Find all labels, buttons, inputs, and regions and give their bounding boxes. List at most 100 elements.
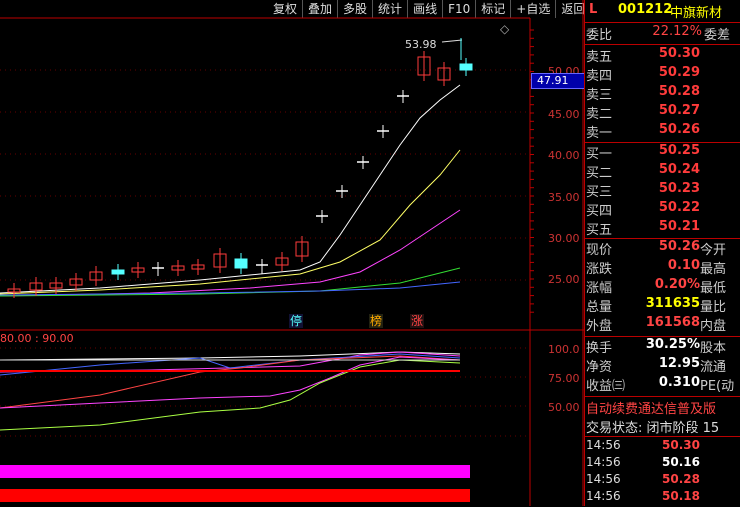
ma10-line <box>0 149 461 295</box>
weibi-value: 22.12% <box>652 24 702 39</box>
buy-level-label: 买二 <box>586 166 613 181</box>
stat-row-sub: 今开 <box>700 243 727 258</box>
stat-row-value: 311635 <box>645 296 700 311</box>
sell-level: 卖五 50.30 <box>584 46 740 66</box>
notice-text: 自动续费通达信普及版 <box>586 402 717 417</box>
notice[interactable]: 自动续费通达信普及版 <box>584 398 740 418</box>
weibi-label: 委比 <box>586 28 613 43</box>
sell-level-label: 卖二 <box>586 107 613 122</box>
stat-row-sub: PE(动 <box>700 379 735 394</box>
buy-level-label: 买三 <box>586 185 613 200</box>
tick-price: 50.16 <box>662 455 700 469</box>
stock-name: 中旗新材 <box>670 6 723 21</box>
stat-row-label: 涨跌 <box>586 262 613 277</box>
indicator-line-pink <box>0 356 461 409</box>
stat-row: 涨跌 0.10 最高 <box>584 258 740 278</box>
stat-row-label: 总量 <box>586 300 613 315</box>
diamond-icon[interactable]: ◇ <box>500 22 509 36</box>
tick-time: 14:56 <box>586 489 621 503</box>
stat-row-label: 现价 <box>586 243 613 258</box>
marker-limit-up[interactable]: 涨 <box>410 314 424 328</box>
sell-level: 卖二 50.27 <box>584 103 740 123</box>
price-axis-label: 25.00 <box>548 273 580 286</box>
stat-row: 换手 30.25% 股本 <box>584 337 740 357</box>
stat-row-sub: 股本 <box>700 341 727 356</box>
stat-row: 涨幅 0.20% 最低 <box>584 277 740 297</box>
candle-body <box>111 269 125 275</box>
sell-level-label: 卖四 <box>586 69 613 84</box>
buy-level-value: 50.22 <box>658 200 700 215</box>
weibi-row: 委比 22.12% 委差 <box>584 24 740 44</box>
separator <box>584 44 740 45</box>
marker-billboard[interactable]: 榜 <box>369 314 383 328</box>
stat-row-label: 净资 <box>586 360 613 375</box>
indicator-params-value: 80.00 : 90.00 <box>0 332 74 345</box>
indicator-axis-label: 50.00 <box>548 401 580 414</box>
stock-header[interactable]: L 001212 中旗新材 <box>584 2 740 22</box>
tick-time: 14:56 <box>586 438 621 452</box>
ma60-line <box>0 267 461 297</box>
weidiff-label: 委差 <box>704 28 731 43</box>
sell-level-value: 50.26 <box>658 122 700 137</box>
tick-price: 50.18 <box>662 489 700 503</box>
stat-row: 总量 311635 量比 <box>584 296 740 316</box>
stat-row-sub: 内盘 <box>700 319 727 334</box>
buy-level: 买五 50.21 <box>584 219 740 239</box>
price-axis-label: 35.00 <box>548 191 580 204</box>
price-axis-label: 30.00 <box>548 232 580 245</box>
tick-time: 14:56 <box>586 472 621 486</box>
buy-level: 买二 50.24 <box>584 162 740 182</box>
stat-row-label: 外盘 <box>586 319 613 334</box>
price-axis-label: 45.00 <box>548 108 580 121</box>
sell-level-value: 50.29 <box>658 65 700 80</box>
buy-level-value: 50.23 <box>658 181 700 196</box>
buy-level: 买一 50.25 <box>584 143 740 163</box>
indicator-line-red <box>0 355 461 409</box>
stat-row-value: 161568 <box>645 315 700 330</box>
sell-level: 卖四 50.29 <box>584 65 740 85</box>
signal-bar-magenta <box>0 465 470 478</box>
buy-level-value: 50.24 <box>658 162 700 177</box>
tick-row: 14:56 50.28 <box>584 472 740 490</box>
price-axis-label: 40.00 <box>548 149 580 162</box>
candle-body <box>234 258 248 269</box>
tick-time: 14:56 <box>586 455 621 469</box>
current-price-value: 47.91 <box>537 74 569 87</box>
max-price-pointer <box>441 39 463 43</box>
stat-row-sub: 最高 <box>700 262 727 277</box>
indicator-axis-label: 100.0 <box>548 343 580 356</box>
sell-level-value: 50.28 <box>658 84 700 99</box>
indicator-axis-label: 75.00 <box>548 372 580 385</box>
marker-suspend[interactable]: 停 <box>289 314 303 328</box>
tick-price: 50.30 <box>662 438 700 452</box>
stock-code: 001212 <box>618 2 673 17</box>
candle-body <box>459 63 473 71</box>
stat-row-sub: 量比 <box>700 300 727 315</box>
stat-row: 收益㈢ 0.310 PE(动 <box>584 375 740 395</box>
ma5-line <box>0 84 461 294</box>
indicator-params: 80.00 : 90.00 <box>0 332 74 345</box>
stat-row: 现价 50.26 今开 <box>584 239 740 259</box>
current-price-tag: 47.91 <box>531 73 585 89</box>
stat-row-value: 0.10 <box>667 258 700 273</box>
separator <box>584 22 740 23</box>
quote-panel: L 001212 中旗新材 委比 22.12% 委差 卖五 50.30 卖四 50.2… <box>584 0 740 506</box>
separator <box>584 436 740 437</box>
sell-level-value: 50.27 <box>658 103 700 118</box>
buy-level: 买四 50.22 <box>584 200 740 220</box>
sell-level: 卖一 50.26 <box>584 122 740 142</box>
buy-level: 买三 50.23 <box>584 181 740 201</box>
stat-row: 净资 12.95 流通 <box>584 356 740 376</box>
kline-chart[interactable] <box>0 0 584 506</box>
stat-row-value: 30.25% <box>645 337 700 352</box>
stat-row-label: 收益㈢ <box>586 379 626 394</box>
trade-status-text: 交易状态: 闭市阶段 15 <box>586 421 720 436</box>
sell-level: 卖三 50.28 <box>584 84 740 104</box>
ma20-line <box>0 209 461 297</box>
stat-row-label: 涨幅 <box>586 281 613 296</box>
stat-row-sub: 最低 <box>700 281 727 296</box>
tick-row: 14:56 50.30 <box>584 438 740 456</box>
stock-flag: L <box>589 2 598 17</box>
trade-status: 交易状态: 闭市阶段 15 <box>584 417 740 437</box>
sell-level-label: 卖三 <box>586 88 613 103</box>
